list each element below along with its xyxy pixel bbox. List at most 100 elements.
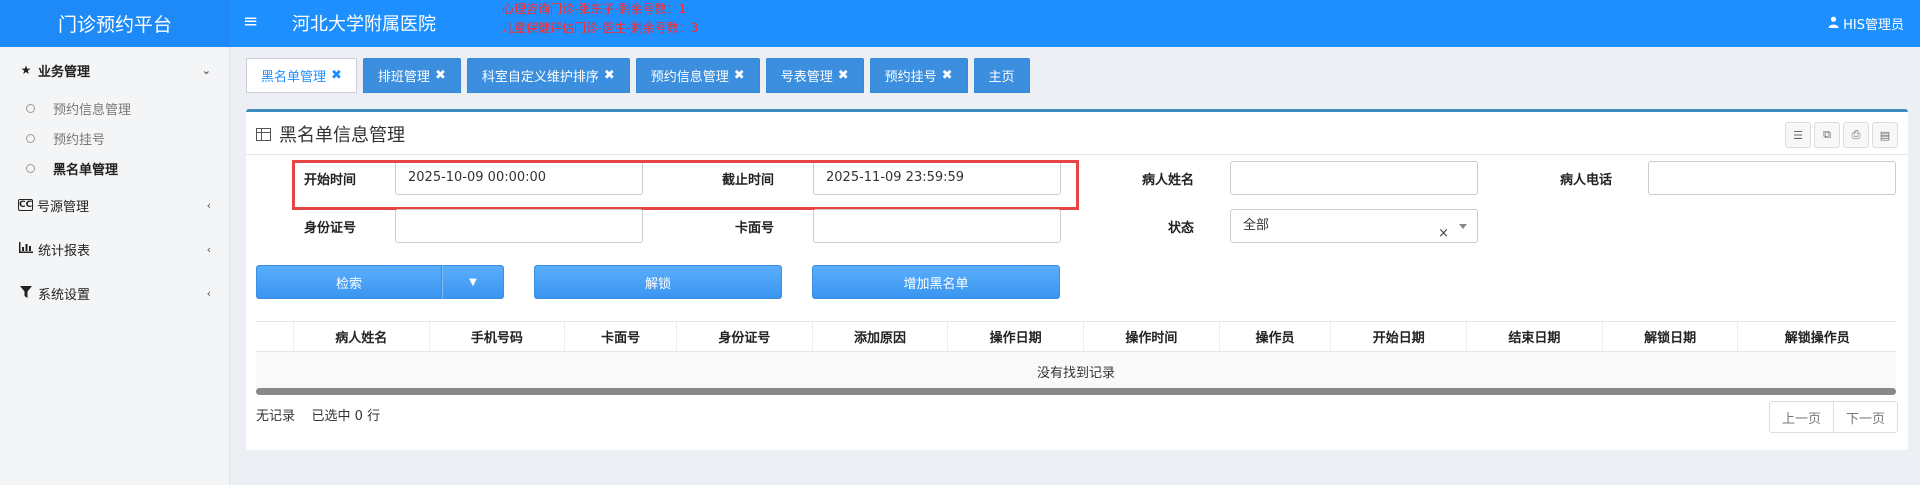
- tab-blacklist[interactable]: 黑名单管理 ✖: [246, 58, 357, 93]
- notice-item: 心理咨询门诊-张东子-剩余号数：1: [502, 2, 687, 16]
- tab-appointment-info[interactable]: 预约信息管理 ✖: [635, 58, 760, 93]
- patient-name-label: 病人姓名: [1141, 173, 1194, 188]
- user-icon: [1828, 16, 1839, 32]
- sidebar-group-business[interactable]: ★ 业务管理 ⌄: [0, 47, 229, 93]
- tab-department-sort[interactable]: 科室自定义维护排序 ✖: [466, 58, 630, 93]
- close-icon[interactable]: ✖: [838, 68, 849, 83]
- empty-state: 没有找到记录: [256, 352, 1896, 390]
- patient-name-input[interactable]: [1230, 161, 1478, 195]
- user-menu[interactable]: HIS管理员: [1828, 14, 1904, 33]
- sidebar-item-blacklist[interactable]: 黑名单管理: [0, 153, 229, 183]
- column-header[interactable]: 病人姓名: [294, 322, 430, 351]
- column-header[interactable]: 身份证号: [677, 322, 813, 351]
- column-header[interactable]: 解锁日期: [1603, 322, 1739, 351]
- copy-icon[interactable]: ⧉: [1814, 122, 1840, 148]
- sidebar-item-label: 黑名单管理: [53, 162, 119, 178]
- record-info: 无记录 已选中 0 行: [256, 409, 381, 424]
- horizontal-scrollbar[interactable]: [256, 388, 1896, 395]
- sidebar-group-label: 号源管理: [37, 199, 90, 215]
- table-toolbar: ☰ ⧉ ⎙ ▤: [1785, 122, 1898, 148]
- close-icon[interactable]: ✖: [331, 68, 342, 83]
- star-icon: ★: [20, 63, 32, 77]
- highlight-box: [292, 160, 1079, 210]
- patient-phone-label: 病人电话: [1559, 173, 1612, 188]
- circle-icon: [26, 133, 35, 143]
- column-header[interactable]: 添加原因: [813, 322, 949, 351]
- select-all-column[interactable]: [256, 322, 294, 351]
- close-icon[interactable]: ✖: [942, 68, 953, 83]
- status-select[interactable]: 全部 ×: [1230, 209, 1478, 243]
- brand-logo[interactable]: 门诊预约平台: [0, 0, 230, 47]
- add-blacklist-button[interactable]: 增加黑名单: [812, 265, 1060, 299]
- tab-label: 科室自定义维护排序: [481, 70, 599, 85]
- filter-icon: [18, 285, 34, 301]
- filter-row-2: 身份证号 卡面号 状态 全部 ×: [246, 209, 1908, 243]
- column-header[interactable]: 操作时间: [1084, 322, 1220, 351]
- sidebar: ★ 业务管理 ⌄ 预约信息管理 预约挂号 黑名单管理 CC 号源管理 ‹ 统计报…: [0, 47, 230, 485]
- sidebar-item-appointment-register[interactable]: 预约挂号: [0, 123, 229, 153]
- sidebar-group-label: 业务管理: [38, 64, 91, 80]
- notice-item: 儿童保健评估门诊-医生-剩余号数：3: [502, 21, 699, 35]
- prev-page-button[interactable]: 上一页: [1768, 401, 1834, 433]
- column-header[interactable]: 操作日期: [948, 322, 1084, 351]
- bar-chart-icon: [18, 242, 34, 256]
- patient-phone-input[interactable]: [1648, 161, 1896, 195]
- tab-number-table[interactable]: 号表管理 ✖: [765, 58, 864, 93]
- id-number-label: 身份证号: [303, 221, 356, 236]
- card-number-input[interactable]: [813, 209, 1061, 243]
- table-header: 病人姓名 手机号码 卡面号 身份证号 添加原因 操作日期 操作时间 操作员 开始…: [256, 322, 1896, 352]
- tab-label: 预约挂号: [884, 70, 937, 85]
- hospital-name: 河北大学附属医院: [292, 14, 436, 35]
- search-button[interactable]: 检索: [256, 265, 442, 299]
- card-number-label: 卡面号: [734, 221, 774, 236]
- caret-down-icon[interactable]: [1459, 224, 1467, 229]
- sidebar-group-label: 统计报表: [38, 243, 91, 259]
- export-file-icon[interactable]: ▤: [1872, 122, 1898, 148]
- pagination: 上一页 下一页: [1768, 401, 1898, 433]
- unlock-button[interactable]: 解锁: [534, 265, 782, 299]
- cc-icon: CC: [18, 199, 33, 211]
- chevron-left-icon: ‹: [206, 242, 211, 256]
- next-page-button[interactable]: 下一页: [1833, 401, 1898, 433]
- sidebar-item-appointment-info[interactable]: 预约信息管理: [0, 93, 229, 123]
- close-icon[interactable]: ✖: [604, 68, 615, 83]
- tab-label: 排班管理: [377, 70, 430, 85]
- chevron-down-icon: ⌄: [201, 63, 211, 77]
- menu-toggle-icon[interactable]: ≡: [243, 12, 261, 32]
- blacklist-panel: 黑名单信息管理 ☰ ⧉ ⎙ ▤ 开始时间 2025-10-09 00:00:00…: [246, 109, 1908, 450]
- tab-bar: 黑名单管理 ✖ 排班管理 ✖ 科室自定义维护排序 ✖ 预约信息管理 ✖ 号表管理…: [246, 58, 1030, 93]
- close-icon[interactable]: ✖: [734, 68, 745, 83]
- page-title: 黑名单信息管理: [256, 121, 405, 147]
- clear-icon[interactable]: ×: [1438, 218, 1449, 250]
- tab-label: 号表管理: [780, 70, 833, 85]
- notice-list: 心理咨询门诊-张东子-剩余号数：1 儿童保健评估门诊-医生-剩余号数：3: [502, 0, 698, 38]
- column-header[interactable]: 手机号码: [430, 322, 566, 351]
- sidebar-item-label: 预约挂号: [53, 132, 106, 148]
- table-icon: [256, 127, 271, 141]
- column-header[interactable]: 解锁操作员: [1738, 322, 1896, 351]
- print-icon[interactable]: ⎙: [1843, 122, 1869, 148]
- sidebar-group-reports[interactable]: 统计报表 ‹: [0, 227, 229, 271]
- panel-header: 黑名单信息管理 ☰ ⧉ ⎙ ▤: [246, 112, 1908, 155]
- tab-label: 黑名单管理: [261, 70, 327, 85]
- column-header[interactable]: 操作员: [1220, 322, 1332, 351]
- tab-appointment-register[interactable]: 预约挂号 ✖: [869, 58, 968, 93]
- column-header[interactable]: 卡面号: [565, 322, 677, 351]
- column-header[interactable]: 开始日期: [1331, 322, 1468, 351]
- id-number-input[interactable]: [395, 209, 643, 243]
- tab-label: 主页: [988, 70, 1015, 85]
- blacklist-table: 病人姓名 手机号码 卡面号 身份证号 添加原因 操作日期 操作时间 操作员 开始…: [256, 321, 1896, 395]
- search-dropdown-button[interactable]: ▼: [442, 265, 504, 299]
- list-view-icon[interactable]: ☰: [1785, 122, 1811, 148]
- top-navbar: 门诊预约平台 ≡ 河北大学附属医院 心理咨询门诊-张东子-剩余号数：1 儿童保健…: [0, 0, 1920, 47]
- close-icon[interactable]: ✖: [435, 68, 446, 83]
- sidebar-group-source[interactable]: CC 号源管理 ‹: [0, 183, 229, 227]
- circle-icon: [26, 103, 35, 113]
- user-name: HIS管理员: [1843, 18, 1904, 33]
- circle-icon: [26, 163, 35, 173]
- tab-home[interactable]: 主页: [973, 58, 1030, 93]
- tab-scheduling[interactable]: 排班管理 ✖: [362, 58, 461, 93]
- sidebar-group-label: 系统设置: [38, 287, 91, 303]
- sidebar-group-settings[interactable]: 系统设置 ‹: [0, 271, 229, 315]
- column-header[interactable]: 结束日期: [1467, 322, 1603, 351]
